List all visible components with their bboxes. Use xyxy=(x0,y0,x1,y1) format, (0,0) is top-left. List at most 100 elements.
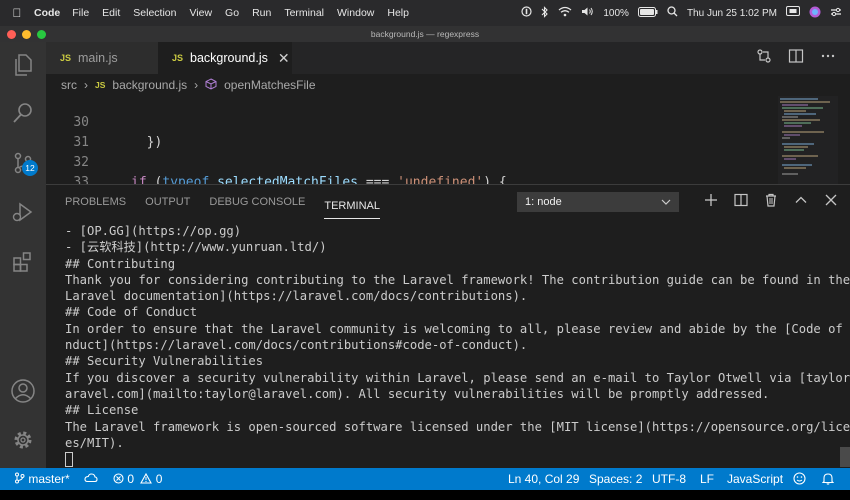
menu-help[interactable]: Help xyxy=(387,7,409,19)
terminal-line: If you discover a security vulnerability… xyxy=(65,370,850,385)
terminal-scrollbar[interactable] xyxy=(840,447,850,467)
battery-icon[interactable] xyxy=(637,6,658,20)
menubar-clock[interactable]: Thu Jun 25 1:02 PM xyxy=(687,8,777,19)
code-token: ) { xyxy=(483,175,507,184)
terminal-line: - [云软科技](http://www.yunruan.ltd/) xyxy=(65,240,327,255)
tab-output[interactable]: OUTPUT xyxy=(145,185,190,219)
code-line: 32 if (typeof selectedMatchFiles === 'un… xyxy=(46,133,506,184)
wifi-icon[interactable] xyxy=(558,6,572,20)
menu-edit[interactable]: Edit xyxy=(102,7,120,19)
breadcrumb-symbol[interactable]: openMatchesFile xyxy=(224,78,315,92)
terminal-cursor xyxy=(65,452,73,468)
close-tab-icon[interactable]: ✕ xyxy=(278,50,290,67)
tab-debug-console[interactable]: DEBUG CONSOLE xyxy=(209,185,305,219)
menu-selection[interactable]: Selection xyxy=(133,7,176,19)
code-line: 34 } xyxy=(46,173,77,184)
panel-tabs: PROBLEMS OUTPUT DEBUG CONSOLE TERMINAL xyxy=(46,185,380,219)
extensions-icon[interactable] xyxy=(8,247,38,277)
terminal-line: ## Code of Conduct xyxy=(65,305,198,320)
breadcrumb-folder[interactable]: src xyxy=(61,78,77,92)
source-control-badge: 12 xyxy=(22,160,38,176)
cursor-position[interactable]: Ln 40, Col 29 xyxy=(508,468,579,490)
split-editor-icon[interactable] xyxy=(788,48,804,69)
menu-terminal[interactable]: Terminal xyxy=(284,7,324,19)
menu-run[interactable]: Run xyxy=(252,7,271,19)
search-icon[interactable] xyxy=(667,6,678,20)
menu-window[interactable]: Window xyxy=(337,7,374,19)
menu-file[interactable]: File xyxy=(72,7,89,19)
terminal-line: nduct](https://laravel.com/docs/contribu… xyxy=(65,338,528,353)
terminal-line: Laravel documentation](https://laravel.c… xyxy=(65,289,528,304)
language-mode[interactable]: JavaScript xyxy=(727,468,783,490)
code-token: 'undefined' xyxy=(397,175,484,184)
split-terminal-icon[interactable] xyxy=(734,193,748,212)
explorer-icon[interactable] xyxy=(8,50,38,80)
siri-icon[interactable] xyxy=(809,6,821,21)
menu-app-name[interactable]: Code xyxy=(34,7,60,19)
code-line: 33 return; xyxy=(46,153,89,184)
battery-percent: 100% xyxy=(603,7,629,19)
accounts-icon[interactable] xyxy=(8,376,38,406)
status-bar: master* 0 0 Ln 40, Col 29 Spaces: 2 UTF-… xyxy=(0,468,850,490)
minimize-window-icon[interactable] xyxy=(22,30,31,39)
tab-terminal[interactable]: TERMINAL xyxy=(324,193,380,219)
terminal-select[interactable]: 1: node xyxy=(517,192,679,212)
editor-tabs: JS main.js JS background.js ✕ xyxy=(46,42,850,74)
chevron-down-icon xyxy=(661,192,671,219)
terminal-line: ## License xyxy=(65,403,139,418)
minimap[interactable] xyxy=(778,96,838,184)
end-of-line[interactable]: LF xyxy=(700,468,714,490)
code-token: if xyxy=(131,175,147,184)
traffic-lights xyxy=(7,30,46,39)
encoding[interactable]: UTF-8 xyxy=(652,468,686,490)
notifications-bell-icon[interactable] xyxy=(821,468,835,490)
kill-terminal-trash-icon[interactable] xyxy=(764,193,778,212)
panel-actions xyxy=(704,185,838,219)
close-window-icon[interactable] xyxy=(7,30,16,39)
volume-icon[interactable] xyxy=(581,6,594,20)
zoom-window-icon[interactable] xyxy=(37,30,46,39)
tab-problems[interactable]: PROBLEMS xyxy=(65,185,126,219)
status-circle-icon[interactable] xyxy=(521,6,532,20)
screen-mirroring-icon[interactable] xyxy=(786,6,800,20)
window-title: background.js — regexpress xyxy=(370,29,480,39)
apple-icon[interactable]:  xyxy=(0,6,34,20)
menu-view[interactable]: View xyxy=(189,7,212,19)
terminal-line: The Laravel framework is open-sourced so… xyxy=(65,419,850,434)
run-debug-icon[interactable] xyxy=(8,197,38,227)
terminal-output[interactable]: - [OP.GG](https://op.gg) - [云软科技](http:/… xyxy=(65,223,850,468)
more-actions-icon[interactable] xyxy=(820,48,836,69)
error-count: 0 xyxy=(127,472,135,486)
sync-cloud-icon[interactable] xyxy=(84,468,98,490)
tab-background-js[interactable]: JS background.js ✕ xyxy=(158,42,292,74)
code-editor[interactable]: 30 }) 31 32 if (typeof selectedMatchFile… xyxy=(46,96,850,184)
manage-gear-icon[interactable] xyxy=(8,425,38,455)
terminal-prompt xyxy=(65,451,829,468)
breadcrumb: src › JS background.js › openMatchesFile xyxy=(46,74,850,96)
control-center-icon[interactable] xyxy=(830,7,842,20)
branch-indicator[interactable]: master* xyxy=(14,468,70,490)
indentation[interactable]: Spaces: 2 xyxy=(589,468,642,490)
tab-main-js[interactable]: JS main.js xyxy=(46,42,158,74)
breadcrumb-file[interactable]: background.js xyxy=(112,78,187,92)
terminal-line: aravel.com](mailto:taylor@laravel.com). … xyxy=(65,386,770,401)
window-title-bar: background.js — regexpress xyxy=(0,26,850,42)
terminal-line: - [OP.GG](https://op.gg) xyxy=(65,224,242,238)
code-token: ( xyxy=(146,175,163,184)
search-view-icon[interactable] xyxy=(8,98,38,128)
problems-indicator[interactable]: 0 0 xyxy=(113,468,162,490)
menu-go[interactable]: Go xyxy=(225,7,239,19)
bottom-panel: PROBLEMS OUTPUT DEBUG CONSOLE TERMINAL 1… xyxy=(46,184,850,468)
close-panel-icon[interactable] xyxy=(824,193,838,212)
feedback-icon[interactable] xyxy=(793,468,806,490)
js-file-icon: JS xyxy=(95,80,106,90)
macos-menu-bar:  Code File Edit Selection View Go Run T… xyxy=(0,0,850,26)
new-terminal-icon[interactable] xyxy=(704,193,718,212)
bluetooth-icon[interactable] xyxy=(541,5,549,21)
menu-extras: 100% Thu Jun 25 1:02 PM xyxy=(521,0,842,26)
code-token: }) xyxy=(146,135,163,150)
editor-actions xyxy=(756,42,836,74)
compare-changes-icon[interactable] xyxy=(756,48,772,69)
maximize-panel-chevron-up-icon[interactable] xyxy=(794,193,808,212)
js-file-icon: JS xyxy=(172,53,184,63)
